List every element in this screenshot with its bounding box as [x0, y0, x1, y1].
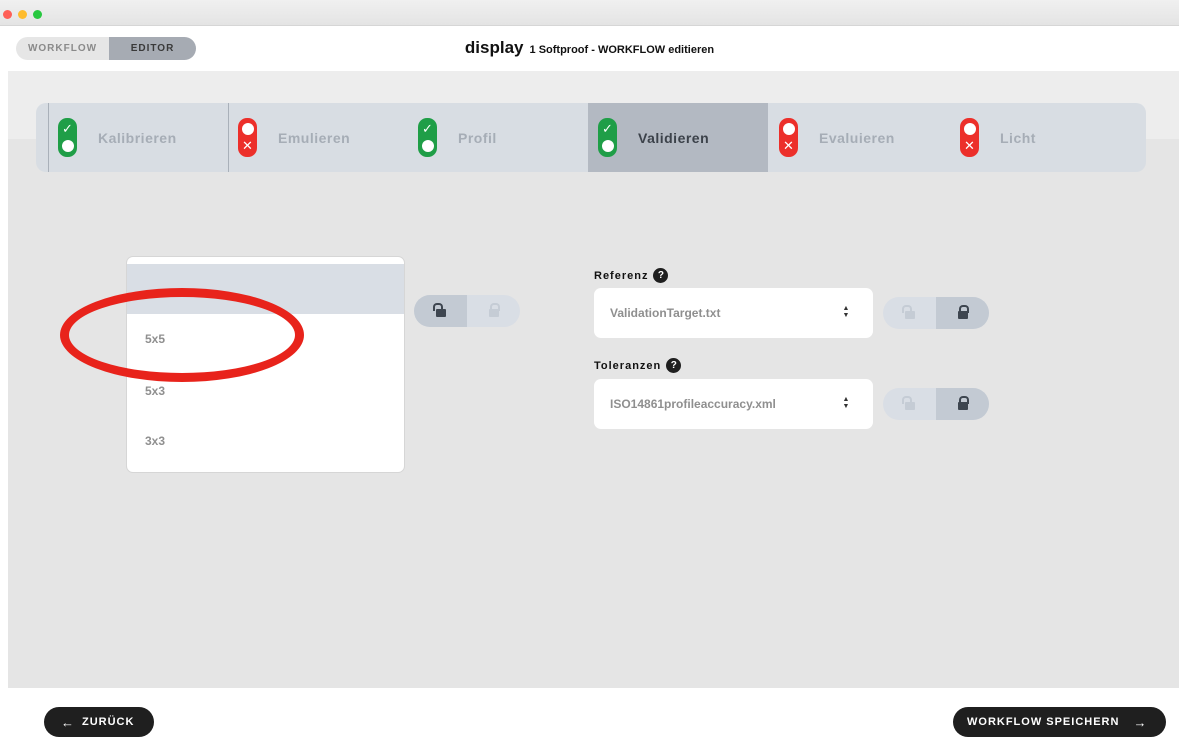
- step-label: Profil: [458, 129, 497, 146]
- page-title: display 1 Softproof - WORKFLOW editieren: [0, 38, 1179, 58]
- save-workflow-button[interactable]: WORKFLOW SPEICHERN →: [953, 707, 1166, 737]
- unlock-icon[interactable]: [883, 297, 936, 329]
- toleranzen-lock-toggle[interactable]: [883, 388, 989, 420]
- toleranzen-select[interactable]: ISO14861profileaccuracy.xml ▲ ▼: [594, 379, 873, 429]
- step-label: Kalibrieren: [98, 129, 177, 146]
- arrow-right-icon: →: [1133, 714, 1148, 730]
- page-subtitle: 1 Softproof - WORKFLOW editieren: [529, 44, 715, 56]
- workflow-steps-bar: ✓ Kalibrieren ✕ Emulieren ✓ Profil ✓ Val…: [36, 103, 1146, 172]
- lock-icon[interactable]: [936, 388, 989, 420]
- step-label: Evaluieren: [819, 129, 895, 146]
- step-divider: [228, 103, 229, 172]
- status-error-icon: ✕: [960, 118, 979, 157]
- step-validieren[interactable]: ✓ Validieren: [588, 103, 768, 172]
- app-name: display: [464, 38, 524, 57]
- status-error-icon: ✕: [238, 118, 257, 157]
- arrow-left-icon: ←: [61, 714, 75, 730]
- unlock-icon[interactable]: [414, 295, 467, 327]
- select-arrows-icon: ▲ ▼: [842, 305, 850, 319]
- header: WORKFLOW EDITOR display 1 Softproof - WOR…: [0, 26, 1179, 71]
- step-label: Licht: [1000, 129, 1036, 146]
- step-evaluieren[interactable]: ✕ Evaluieren: [779, 103, 949, 172]
- referenz-select[interactable]: ValidationTarget.txt ▲ ▼: [594, 288, 873, 338]
- status-error-icon: ✕: [779, 118, 798, 157]
- step-label: Validieren: [638, 129, 710, 146]
- chart-lock-toggle[interactable]: [414, 295, 520, 327]
- list-item[interactable]: 3x3: [127, 416, 404, 466]
- step-licht[interactable]: ✕ Licht: [960, 103, 1130, 172]
- referenz-lock-toggle[interactable]: [883, 297, 989, 329]
- zoom-window-button[interactable]: [33, 10, 42, 19]
- app-window: WORKFLOW EDITOR display 1 Softproof - WOR…: [0, 0, 1179, 756]
- toleranzen-label: Toleranzen?: [594, 358, 682, 373]
- window-title-bar: [0, 0, 1179, 26]
- step-profil[interactable]: ✓ Profil: [418, 103, 578, 172]
- status-ok-icon: ✓: [58, 118, 77, 157]
- close-window-button[interactable]: [3, 10, 12, 19]
- help-icon[interactable]: ?: [666, 358, 682, 373]
- help-icon[interactable]: ?: [653, 268, 669, 283]
- back-button[interactable]: ← ZURÜCK: [44, 707, 154, 737]
- status-ok-icon: ✓: [418, 118, 437, 157]
- toleranzen-value: ISO14861profileaccuracy.xml: [610, 397, 776, 411]
- minimize-window-button[interactable]: [18, 10, 27, 19]
- unlock-icon[interactable]: [883, 388, 936, 420]
- step-label: Emulieren: [278, 129, 351, 146]
- lock-icon[interactable]: [467, 295, 520, 327]
- step-emulieren[interactable]: ✕ Emulieren: [238, 103, 408, 172]
- status-ok-icon: ✓: [598, 118, 617, 157]
- step-kalibrieren[interactable]: ✓ Kalibrieren: [58, 103, 228, 172]
- annotation-circle: [60, 288, 304, 382]
- referenz-value: ValidationTarget.txt: [610, 306, 721, 320]
- referenz-label: Referenz?: [594, 268, 669, 283]
- lock-icon[interactable]: [936, 297, 989, 329]
- select-arrows-icon: ▲ ▼: [842, 396, 850, 410]
- step-divider: [48, 103, 49, 172]
